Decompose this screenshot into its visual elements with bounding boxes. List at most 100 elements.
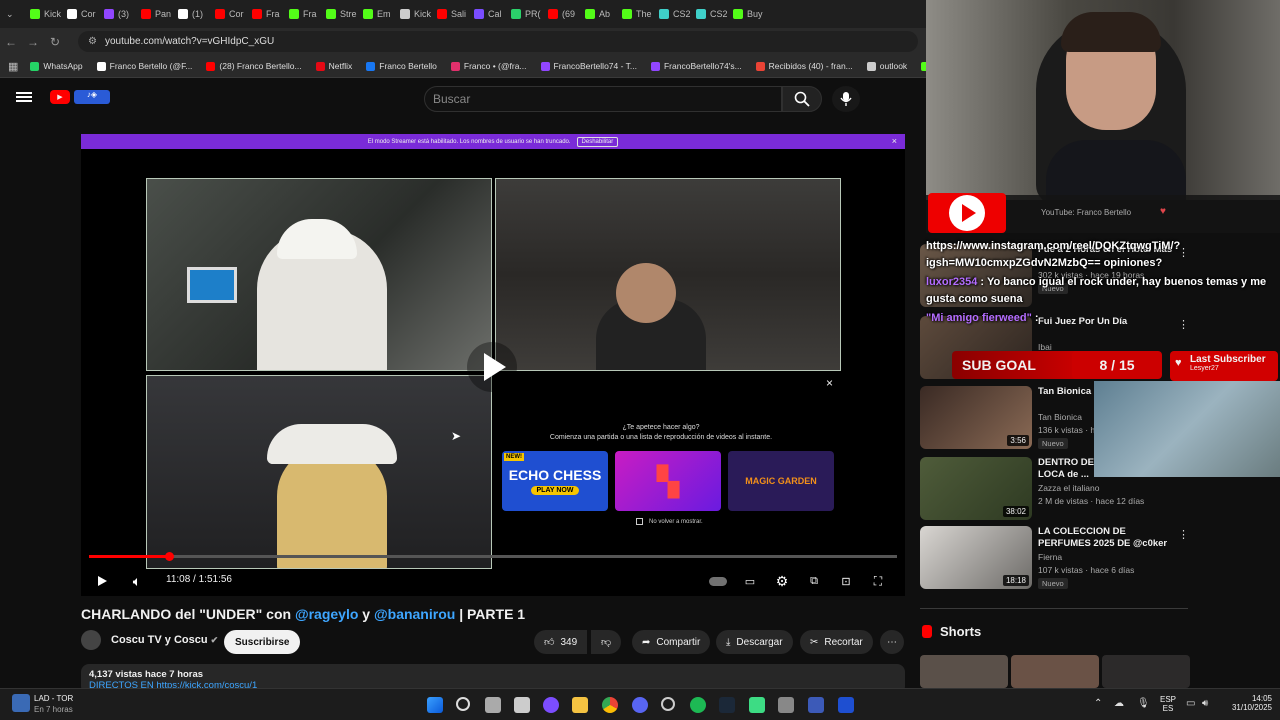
mention-link[interactable]: @rageylo — [295, 606, 358, 622]
clip-button[interactable]: ✂ Recortar — [800, 630, 873, 654]
game-magic-garden[interactable]: MAGIC GARDEN — [728, 451, 834, 511]
weather-title[interactable]: LAD - TOR — [34, 694, 73, 703]
short-thumbnail[interactable] — [1011, 655, 1099, 688]
browser-tab[interactable]: Kick — [24, 0, 61, 28]
mention-link[interactable]: @bananirou — [374, 606, 455, 622]
video-player[interactable]: El modo Streamer está habilitado. Los no… — [81, 134, 905, 596]
browser-tab[interactable]: Sali — [431, 0, 468, 28]
browser-tab[interactable]: Stre — [320, 0, 357, 28]
disable-streamer-button[interactable]: Deshabilitar — [576, 136, 619, 147]
language-indicator[interactable]: ESP ES — [1160, 695, 1176, 713]
reload-icon[interactable]: ↻ — [44, 35, 66, 49]
browser-tab[interactable]: Cor — [61, 0, 98, 28]
browser-tab[interactable]: Kick — [394, 0, 431, 28]
like-button[interactable]: 👍︎ 349 — [534, 630, 588, 654]
browser-tab[interactable]: CS2 — [653, 0, 690, 28]
browser-tab[interactable]: Fra — [283, 0, 320, 28]
browser-tab[interactable]: (69 — [542, 0, 579, 28]
short-thumbnail[interactable] — [1102, 655, 1190, 688]
recommendation-channel[interactable]: Tan Bionica — [1038, 412, 1082, 422]
fullscreen-button[interactable]: ⛶ — [867, 570, 889, 592]
play-button[interactable] — [91, 570, 113, 592]
browser-tab[interactable]: Buy — [727, 0, 764, 28]
bookmark-item[interactable]: outlook — [866, 61, 907, 71]
cast-button[interactable]: ⊡ — [835, 570, 857, 592]
more-icon[interactable]: ⋮ — [1178, 528, 1189, 541]
video-thumbnail[interactable]: 38:02 — [920, 457, 1032, 520]
miniplayer-button[interactable]: ⧉ — [803, 570, 825, 592]
download-button[interactable]: ⤓ Descargar — [716, 630, 793, 654]
address-field[interactable]: ⚙ youtube.com/watch?v=vGHIdpC_xGU — [78, 31, 918, 52]
bookmark-item[interactable]: (28) Franco Bertello... — [206, 61, 302, 71]
voice-search-button[interactable] — [832, 86, 860, 112]
steam-icon[interactable] — [719, 697, 735, 713]
app-icon[interactable] — [778, 697, 794, 713]
app-icon[interactable] — [543, 697, 559, 713]
game-blocks[interactable]: ▚ — [615, 451, 721, 511]
clock[interactable]: 14:05 31/10/2025 — [1220, 694, 1272, 712]
share-button[interactable]: ➦ Compartir — [632, 630, 711, 654]
volume-button[interactable]: 🔈︎ — [126, 570, 148, 592]
subtitles-button[interactable]: ▭ — [739, 570, 761, 592]
chrome-icon[interactable] — [602, 697, 618, 713]
avatar[interactable] — [81, 630, 101, 650]
folder-icon[interactable] — [572, 697, 588, 713]
bookmark-item[interactable]: Franco • (@fra... — [450, 61, 527, 71]
search-button[interactable] — [782, 86, 822, 112]
recommendation-channel[interactable]: Fierna — [1038, 552, 1062, 562]
browser-tab[interactable]: Cor — [209, 0, 246, 28]
scrubber-handle[interactable] — [164, 552, 174, 561]
store-icon[interactable] — [514, 697, 530, 713]
task-view-icon[interactable] — [485, 697, 501, 713]
short-thumbnail[interactable] — [920, 655, 1008, 688]
browser-tab[interactable]: (3) — [98, 0, 135, 28]
discord-icon[interactable] — [632, 697, 648, 713]
spotify-icon[interactable] — [690, 697, 706, 713]
app-icon[interactable] — [838, 697, 854, 713]
game-echo-chess[interactable]: NEW! ECHO CHESS PLAY NOW — [502, 451, 608, 511]
network-icon[interactable]: ▭ — [1186, 698, 1195, 709]
bookmark-item[interactable]: Franco Bertello (@F... — [96, 61, 192, 71]
settings-button[interactable]: ⚙ — [771, 570, 793, 592]
speaker-icon[interactable]: 🔊︎ — [1202, 698, 1208, 709]
browser-tab[interactable]: Fra — [246, 0, 283, 28]
browser-tab[interactable]: Pan — [135, 0, 172, 28]
close-icon[interactable]: × — [892, 136, 897, 146]
recommendation-item[interactable]: 18:18 LA COLECCION DE PERFUMES 2025 DE @c… — [920, 526, 1190, 590]
recommendation-channel[interactable]: Zazza el italiano — [1038, 483, 1099, 493]
chevron-up-icon[interactable]: ⌃ — [1094, 698, 1102, 709]
youtube-logo[interactable]: ▶ ♪◈ — [50, 90, 110, 104]
bookmark-item[interactable]: WhatsApp — [30, 61, 83, 71]
browser-tab[interactable]: (1) — [172, 0, 209, 28]
app-icon[interactable] — [661, 697, 675, 711]
dont-show-checkbox[interactable]: No volver a mostrar. — [636, 518, 703, 525]
search-input[interactable]: Buscar — [424, 86, 782, 112]
promo-close-icon[interactable]: × — [826, 376, 833, 390]
video-thumbnail[interactable]: 18:18 — [920, 526, 1032, 589]
back-icon[interactable]: ← — [0, 35, 22, 49]
cloud-icon[interactable]: ☁ — [1114, 698, 1124, 709]
video-thumbnail[interactable]: 3:56 — [920, 386, 1032, 449]
search-icon[interactable] — [456, 697, 470, 711]
site-info-icon[interactable]: ⚙ — [88, 36, 97, 47]
windows-start-icon[interactable] — [427, 697, 443, 713]
browser-tab[interactable]: Ab — [579, 0, 616, 28]
app-icon[interactable] — [749, 697, 765, 713]
menu-icon[interactable] — [16, 90, 32, 104]
browser-tab[interactable]: Cal — [468, 0, 505, 28]
browser-tab[interactable]: Em — [357, 0, 394, 28]
app-icon[interactable] — [808, 697, 824, 713]
browser-tab[interactable]: The — [616, 0, 653, 28]
bookmark-item[interactable]: Netflix — [315, 61, 352, 71]
browser-tab[interactable]: CS2 — [690, 0, 727, 28]
bookmark-item[interactable]: Recibidos (40) - fran... — [755, 61, 853, 71]
microphone-icon[interactable]: 🎙︎ — [1137, 698, 1150, 709]
weather-icon[interactable] — [12, 694, 30, 712]
checkbox-icon[interactable] — [636, 518, 643, 525]
progress-bar[interactable] — [89, 552, 897, 561]
subscribe-button[interactable]: Suscribirse — [224, 630, 301, 654]
browser-tab[interactable]: PR( — [505, 0, 542, 28]
autoplay-toggle[interactable] — [707, 570, 729, 592]
bookmark-item[interactable]: FrancoBertello74's... — [650, 61, 742, 71]
bookmark-item[interactable]: FrancoBertello74 - T... — [540, 61, 637, 71]
